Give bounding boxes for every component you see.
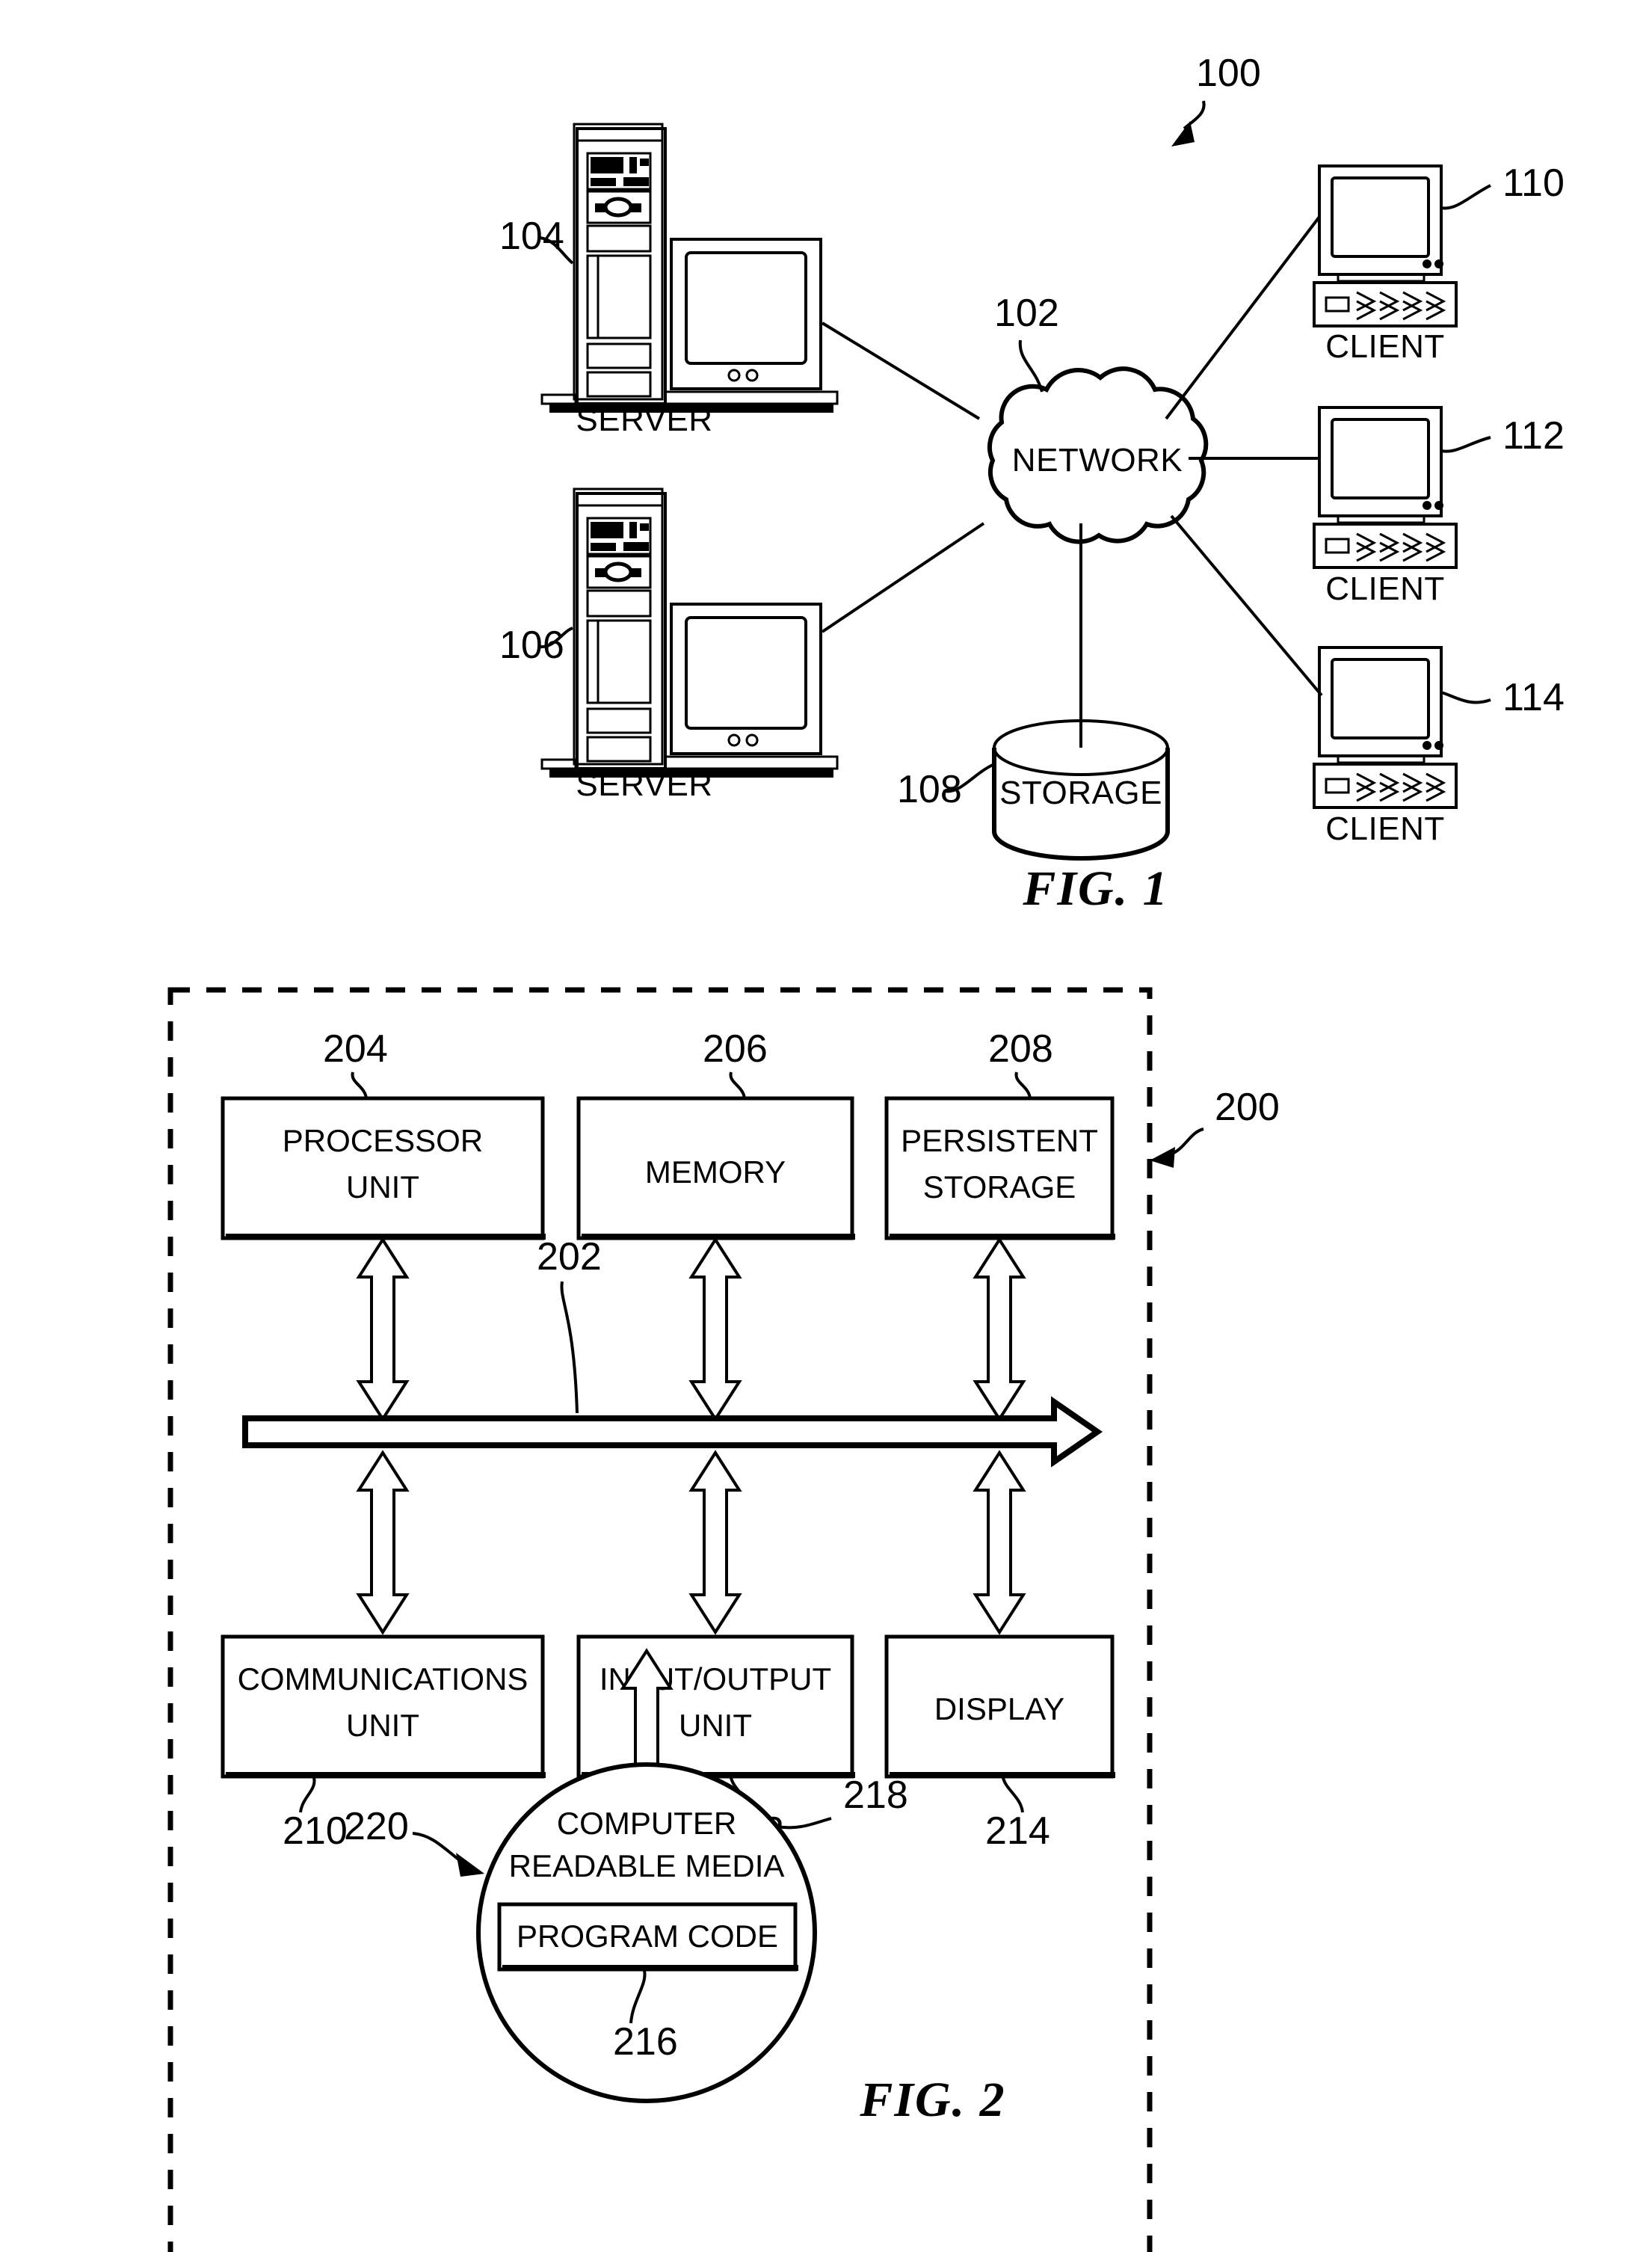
memory-ref: 206 [703,1027,768,1071]
system-bus-ref: 202 [537,1235,602,1279]
leader-208 [1014,1071,1032,1099]
leader-220-arrowhead [456,1853,484,1877]
figure-2: 200 PROCESSOR UNIT 204 MEMORY 206 PERSIS… [167,987,1280,2252]
system-bus [242,1396,1103,1468]
computer-readable-media-ref: 218 [843,1773,908,1817]
leader-204 [351,1071,368,1099]
leader-206 [729,1071,746,1099]
system-200-ref: 200 [1215,1086,1280,1129]
bus-arrow-input-output [688,1450,742,1635]
program-code-label: PROGRAM CODE [517,1919,778,1954]
program-code-ref: 216 [613,2020,678,2064]
bus-arrow-memory [688,1237,742,1422]
figure-2-caption: FIG. 2 [859,2073,1005,2127]
communications-unit-label-line2: UNIT [346,1708,419,1743]
bus-arrow-persistent-storage [973,1237,1026,1422]
persistent-storage-label-line1: PERSISTENT [901,1123,1098,1158]
persistent-storage-label-line2: STORAGE [923,1169,1076,1205]
leader-218 [777,1817,832,1830]
bus-arrow-processor [356,1237,410,1422]
leader-200-arrowhead [1150,1147,1175,1168]
display-ref: 214 [985,1809,1050,1853]
bus-arrow-communications [356,1450,410,1635]
patent-drawing-sheet: SERVER 104 SERVER 106 NETWORK 102 100 ST… [0,0,1652,2252]
display-label-line1: DISPLAY [934,1691,1064,1726]
bus-arrow-display [973,1450,1026,1635]
computer-readable-media-label-line1: COMPUTER [557,1806,736,1841]
leader-220 [412,1832,466,1866]
processor-unit-label-line1: PROCESSOR [283,1123,483,1158]
processor-unit-ref: 204 [323,1027,388,1071]
leader-210 [299,1777,316,1813]
memory-label-line1: MEMORY [645,1154,786,1190]
computer-readable-media-label-line2: READABLE MEDIA [509,1848,785,1883]
communications-unit-label-line1: COMMUNICATIONS [238,1661,528,1696]
persistent-storage-ref: 208 [988,1027,1053,1071]
leader-214 [1002,1777,1024,1813]
processor-unit-label-line2: UNIT [346,1169,419,1205]
input-output-unit-label-line2: UNIT [679,1708,752,1743]
leader-202 [560,1281,579,1414]
communications-unit-ref: 210 [283,1809,348,1853]
computer-readable-media-outer-ref: 220 [344,1805,409,1848]
